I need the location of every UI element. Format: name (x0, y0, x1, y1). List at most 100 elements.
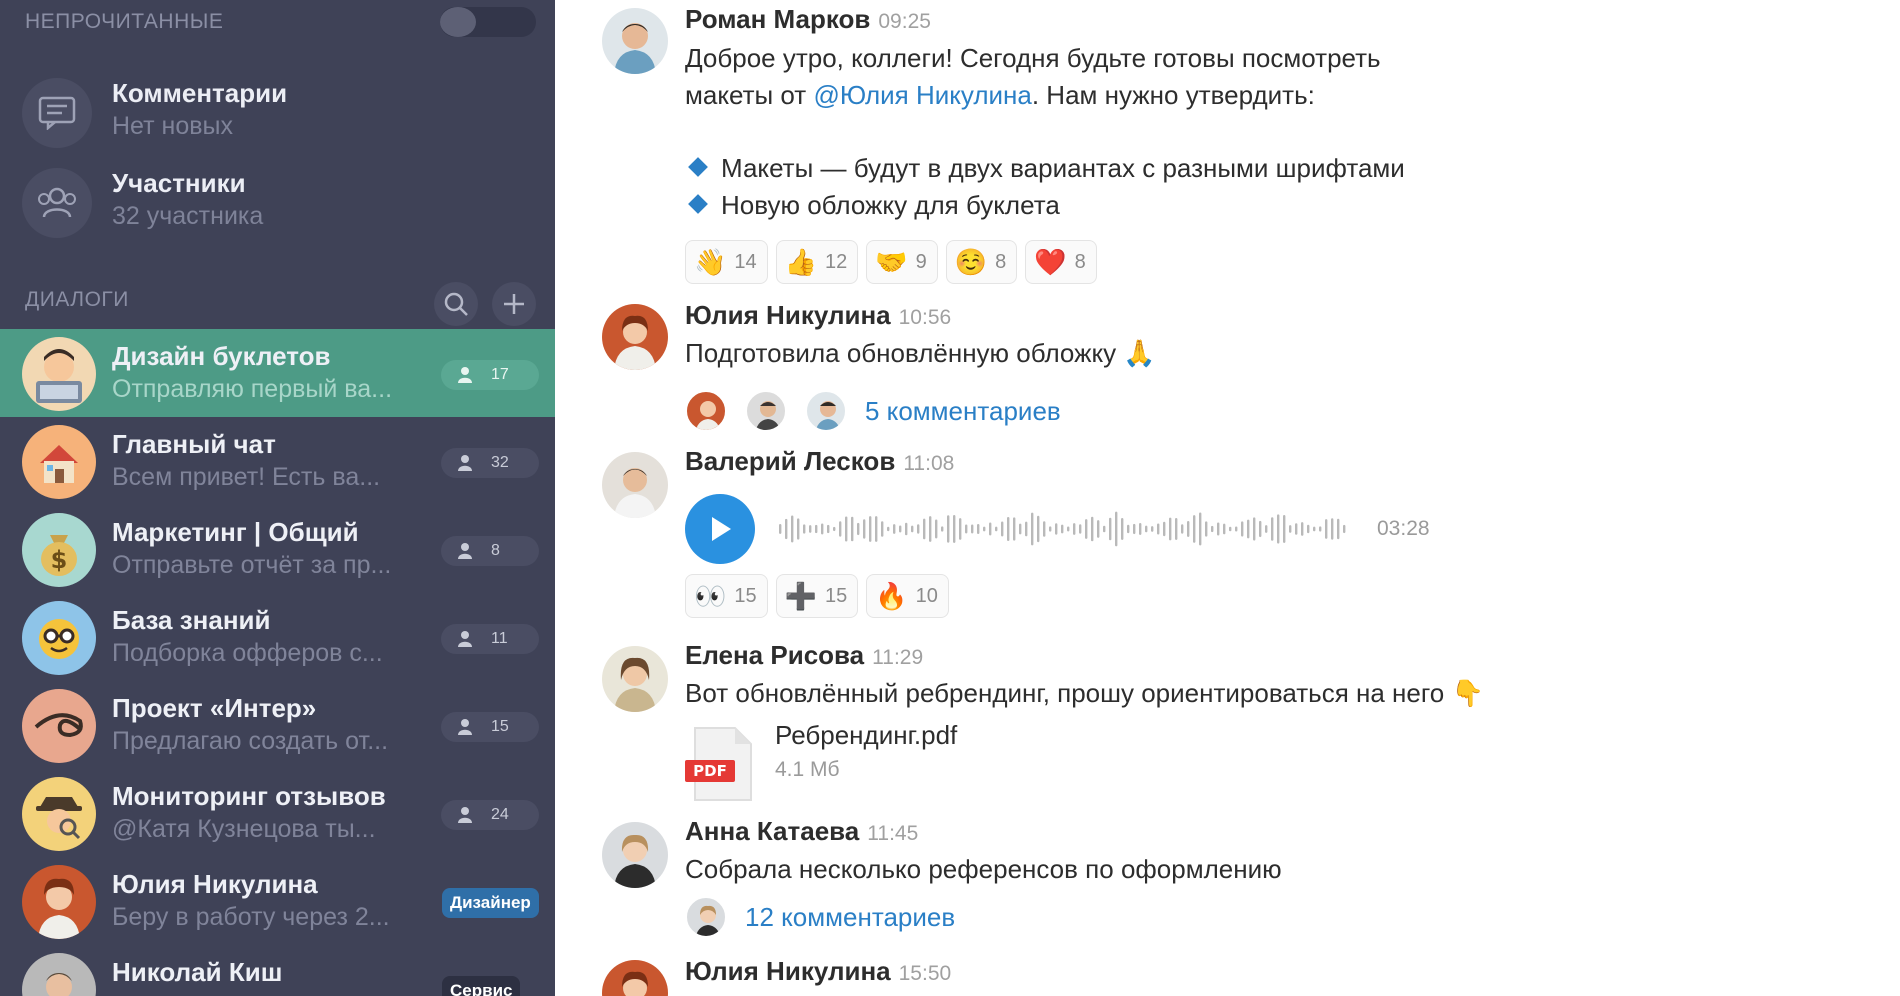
members-title: Участники (112, 168, 246, 198)
bullet-list: Макеты — будут в двух вариантах с разным… (685, 150, 1405, 224)
waveform-bar (1013, 517, 1016, 541)
play-icon (712, 517, 731, 541)
author-name[interactable]: Роман Марков (685, 4, 870, 34)
photo-avatar-nikolay (22, 953, 96, 996)
author-name[interactable]: Валерий Лесков (685, 446, 895, 476)
comments-link[interactable]: 12 комментариев (745, 902, 955, 933)
waveform-bar (1217, 522, 1220, 536)
waveform-bar (899, 525, 902, 533)
avatar-elena[interactable] (602, 646, 668, 712)
dialog-title: Дизайн буклетов (112, 341, 331, 371)
voice-message: 03:28 (685, 494, 1430, 564)
waveform-bar (845, 516, 848, 542)
member-count: 24 (491, 806, 509, 823)
reaction-plus[interactable]: ➕ 15 (775, 574, 859, 618)
dialog-title: Мониторинг отзывов (112, 781, 386, 811)
reaction-heart[interactable]: ❤️ 8 (1025, 240, 1097, 284)
dialog-item-project-inter[interactable]: Проект «Интер» Предлагаю создать от... 1… (0, 681, 555, 769)
message-time: 11:45 (867, 822, 919, 845)
messenger-app: НЕПРОЧИТАННЫЕ Комментарии Нет новых Учас… (0, 0, 1900, 996)
dialog-item-nikolay-kish[interactable]: Николай Киш Сервис (0, 945, 555, 996)
eyes-icon: 👀 (694, 580, 727, 611)
waveform-bar (1211, 525, 1214, 533)
reaction-count: 12 (825, 250, 848, 273)
waveform-bar (989, 522, 992, 536)
waveform-bar (881, 521, 884, 537)
author-name[interactable]: Юлия Никулина (685, 956, 891, 986)
message-text: Доброе утро, коллеги! Сегодня будьте гот… (685, 40, 1381, 114)
mention-link[interactable]: @Юлия Никулина (813, 80, 1031, 110)
reaction-handshake[interactable]: 🤝 9 (866, 240, 938, 284)
waveform-bar (935, 519, 938, 539)
waveform-bar (1241, 521, 1244, 537)
dialog-item-review-monitoring[interactable]: Мониторинг отзывов @Катя Кузнецова ты...… (0, 769, 555, 857)
dialog-item-knowledge-base[interactable]: База знаний Подборка офферов с... 11 (0, 593, 555, 681)
waveform-bar (1277, 514, 1280, 544)
waveform-bar (1115, 511, 1118, 547)
waveform-bar (1235, 526, 1238, 532)
comments-thread[interactable]: 5 комментариев (685, 390, 1061, 432)
waveform-bar (863, 519, 866, 539)
waveform-bar (929, 516, 932, 542)
people-icon (22, 168, 92, 238)
dialog-preview: Отправляю первый ва... (112, 375, 393, 403)
member-count-badge: 8 (441, 536, 539, 566)
plus-icon: ➕ (784, 580, 817, 611)
waveform-bar (1289, 525, 1292, 533)
sidebar-item-members[interactable]: Участники 32 участника (0, 160, 555, 246)
avatar-valery[interactable] (602, 452, 668, 518)
unread-toggle[interactable] (440, 7, 536, 37)
comments-link[interactable]: 5 комментариев (865, 396, 1061, 427)
waveform-bar (803, 524, 806, 534)
dialog-item-julia-nikulina[interactable]: Юлия Никулина Беру в работу через 2... Д… (0, 857, 555, 945)
waveform-bar (875, 516, 878, 542)
avatar-julia-2[interactable] (602, 960, 668, 996)
waveform-bar (1019, 523, 1022, 535)
add-dialog-icon[interactable] (492, 282, 536, 326)
reaction-thumbs-up[interactable]: 👍 12 (775, 240, 859, 284)
nerd-face-avatar (22, 601, 96, 675)
reaction-eyes[interactable]: 👀 15 (685, 574, 768, 618)
play-button[interactable] (685, 494, 755, 564)
reaction-count: 9 (915, 250, 927, 273)
search-icon[interactable] (434, 282, 478, 326)
sidebar-item-comments[interactable]: Комментарии Нет новых (0, 70, 555, 156)
waveform-bar (857, 522, 860, 536)
avatar-julia[interactable] (602, 304, 668, 370)
waveform-bar (1121, 518, 1124, 540)
reaction-fire[interactable]: 🔥 10 (866, 574, 949, 618)
comments-thread[interactable]: 12 комментариев (685, 896, 955, 938)
waveform-bar (1055, 523, 1058, 535)
avatar-anna[interactable] (602, 822, 668, 888)
message-header: Елена Рисова 11:29 (685, 640, 923, 671)
author-name[interactable]: Анна Катаева (685, 816, 859, 846)
audio-waveform[interactable] (779, 509, 1349, 549)
author-name[interactable]: Юлия Никулина (685, 300, 891, 330)
reaction-smiling-face[interactable]: ☺️ 8 (945, 240, 1018, 284)
member-count-badge: 17 (441, 360, 539, 390)
reactions-bar: 👀 15 ➕ 15 🔥 10 (685, 574, 949, 618)
loop-avatar (22, 689, 96, 763)
dialog-item-main-chat[interactable]: Главный чат Всем привет! Есть ва... 32 (0, 417, 555, 505)
waveform-bar (959, 518, 962, 540)
waveform-bar (1163, 521, 1166, 537)
dialog-item-marketing[interactable]: $ Маркетинг | Общий Отправьте отчёт за п… (0, 505, 555, 593)
reaction-count: 8 (995, 250, 1007, 273)
reaction-waving-hand[interactable]: 👋 14 (685, 240, 768, 284)
message-line: макеты от @Юлия Никулина. Нам нужно утве… (685, 77, 1381, 114)
commenter-avatar (805, 390, 847, 432)
waveform-bar (1337, 518, 1340, 540)
waveform-bar (839, 521, 842, 537)
avatar-roman[interactable] (602, 8, 668, 74)
author-name[interactable]: Елена Рисова (685, 640, 864, 670)
text-part: . Нам нужно утвердить: (1031, 80, 1315, 110)
comments-title: Комментарии (112, 78, 288, 108)
waveform-bar (1025, 521, 1028, 537)
file-name[interactable]: Ребрендинг.pdf (775, 720, 957, 751)
waveform-bar (1067, 526, 1070, 532)
waveform-bar (1043, 521, 1046, 537)
sidebar: НЕПРОЧИТАННЫЕ Комментарии Нет новых Учас… (0, 0, 555, 996)
reactions-bar: 👋 14 👍 12 🤝 9 ☺️ 8 ❤️ 8 (685, 240, 1097, 284)
dialog-item-design-booklets[interactable]: Дизайн буклетов Отправляю первый ва... 1… (0, 329, 555, 417)
message-time: 11:08 (903, 452, 955, 475)
